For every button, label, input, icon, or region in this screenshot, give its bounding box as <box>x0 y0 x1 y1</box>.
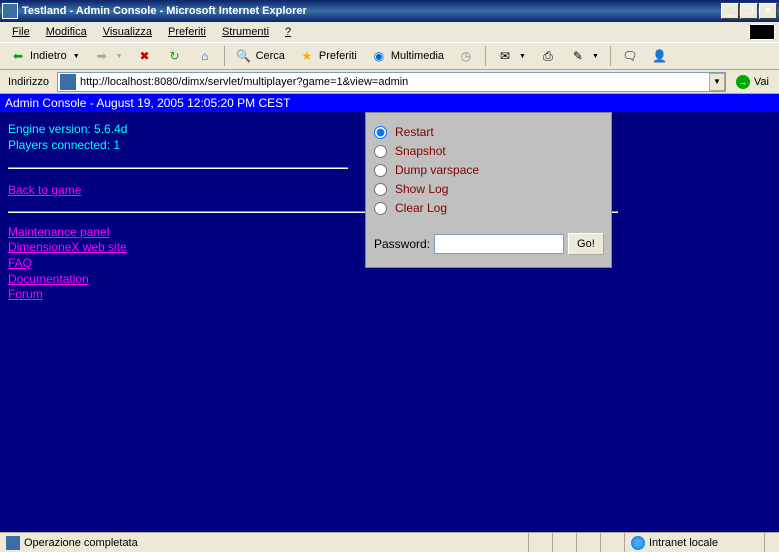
password-label: Password: <box>374 237 430 251</box>
faq-link[interactable]: FAQ <box>8 256 32 272</box>
chevron-down-icon: ▼ <box>73 53 80 60</box>
print-icon: ⎙ <box>540 48 556 64</box>
menu-edit[interactable]: Modifica <box>38 24 95 40</box>
toolbar: ⬅ Indietro ▼ ➡ ▼ ✖ ↻ ⌂ 🔍Cerca ★Preferiti… <box>0 42 779 70</box>
status-pane <box>577 533 601 552</box>
favorites-button[interactable]: ★Preferiti <box>293 45 363 67</box>
refresh-icon: ↻ <box>167 48 183 64</box>
stop-button[interactable]: ✖ <box>131 45 159 67</box>
minimize-button[interactable]: _ <box>721 3 739 19</box>
radio-clearlog[interactable]: Clear Log <box>374 201 603 215</box>
menu-favorites[interactable]: Preferiti <box>160 24 214 40</box>
window-controls: _ ❐ ✕ <box>721 3 777 19</box>
window-titlebar: Testland - Admin Console - Microsoft Int… <box>0 0 779 22</box>
menu-help[interactable]: ? <box>277 24 299 40</box>
home-icon: ⌂ <box>197 48 213 64</box>
status-text: Operazione completata <box>24 537 138 549</box>
address-combobox[interactable]: http://localhost:8080/dimx/servlet/multi… <box>57 72 726 92</box>
password-field[interactable] <box>434 234 564 254</box>
discuss-icon: 🗨 <box>622 48 638 64</box>
menu-file[interactable]: File <box>4 24 38 40</box>
media-icon: ◉ <box>371 48 387 64</box>
page-title: Admin Console - August 19, 2005 12:05:20… <box>0 94 779 112</box>
go-icon: → <box>736 75 750 89</box>
messenger-icon: 👤 <box>652 48 668 64</box>
radio-restart-input[interactable] <box>374 126 387 139</box>
website-link[interactable]: DimensioneX web site <box>8 240 127 256</box>
stop-icon: ✖ <box>137 48 153 64</box>
search-button[interactable]: 🔍Cerca <box>230 45 291 67</box>
ie-icon <box>6 536 20 550</box>
media-button[interactable]: ◉Multimedia <box>365 45 450 67</box>
edit-button[interactable]: ✎▼ <box>564 45 605 67</box>
radio-dump[interactable]: Dump varspace <box>374 163 603 177</box>
divider <box>8 167 348 169</box>
mail-button[interactable]: ✉▼ <box>491 45 532 67</box>
radio-clearlog-input[interactable] <box>374 202 387 215</box>
statusbar: Operazione completata Intranet locale <box>0 532 779 552</box>
print-button[interactable]: ⎙ <box>534 45 562 67</box>
ie-icon <box>2 3 18 19</box>
menu-tools[interactable]: Strumenti <box>214 24 277 40</box>
address-url[interactable]: http://localhost:8080/dimx/servlet/multi… <box>78 76 709 88</box>
content-area: Admin Console - August 19, 2005 12:05:20… <box>0 94 779 532</box>
docs-link[interactable]: Documentation <box>8 272 89 288</box>
chevron-down-icon: ▼ <box>592 53 599 60</box>
search-icon: 🔍 <box>236 48 252 64</box>
forward-arrow-icon: ➡ <box>94 48 110 64</box>
radio-showlog[interactable]: Show Log <box>374 182 603 196</box>
status-pane <box>529 533 553 552</box>
action-panel: Restart Snapshot Dump varspace Show Log … <box>365 112 612 268</box>
back-button[interactable]: ⬅ Indietro ▼ <box>4 45 86 67</box>
radio-restart[interactable]: Restart <box>374 125 603 139</box>
history-button[interactable]: ◷ <box>452 45 480 67</box>
star-icon: ★ <box>299 48 315 64</box>
forward-button[interactable]: ➡ ▼ <box>88 45 129 67</box>
password-row: Password: Go! <box>374 233 603 255</box>
status-main: Operazione completata <box>0 533 529 552</box>
history-icon: ◷ <box>458 48 474 64</box>
discuss-button[interactable]: 🗨 <box>616 45 644 67</box>
radio-dump-input[interactable] <box>374 164 387 177</box>
window-title: Testland - Admin Console - Microsoft Int… <box>22 5 721 17</box>
status-zone: Intranet locale <box>625 533 765 552</box>
page-icon <box>60 74 76 90</box>
address-bar: Indirizzo http://localhost:8080/dimx/ser… <box>0 70 779 94</box>
go-action-button[interactable]: Go! <box>568 233 604 255</box>
radio-snapshot[interactable]: Snapshot <box>374 144 603 158</box>
home-button[interactable]: ⌂ <box>191 45 219 67</box>
radio-showlog-input[interactable] <box>374 183 387 196</box>
address-label: Indirizzo <box>4 76 53 88</box>
chevron-down-icon[interactable]: ▼ <box>709 73 725 91</box>
messenger-button[interactable]: 👤 <box>646 45 674 67</box>
back-arrow-icon: ⬅ <box>10 48 26 64</box>
back-to-game-link[interactable]: Back to game <box>8 183 81 199</box>
menu-view[interactable]: Visualizza <box>95 24 160 40</box>
close-button[interactable]: ✕ <box>759 3 777 19</box>
menubar: File Modifica Visualizza Preferiti Strum… <box>0 22 779 42</box>
go-button[interactable]: → Vai <box>730 73 775 91</box>
radio-snapshot-input[interactable] <box>374 145 387 158</box>
status-pane <box>601 533 625 552</box>
maximize-button[interactable]: ❐ <box>740 3 758 19</box>
ie-logo <box>749 24 775 40</box>
edit-icon: ✎ <box>570 48 586 64</box>
status-pane <box>553 533 577 552</box>
maintenance-link[interactable]: Maintenance panel <box>8 225 109 241</box>
forum-link[interactable]: Forum <box>8 287 43 303</box>
chevron-down-icon: ▼ <box>116 53 123 60</box>
zone-text: Intranet locale <box>649 537 718 549</box>
refresh-button[interactable]: ↻ <box>161 45 189 67</box>
mail-icon: ✉ <box>497 48 513 64</box>
chevron-down-icon: ▼ <box>519 53 526 60</box>
zone-icon <box>631 536 645 550</box>
